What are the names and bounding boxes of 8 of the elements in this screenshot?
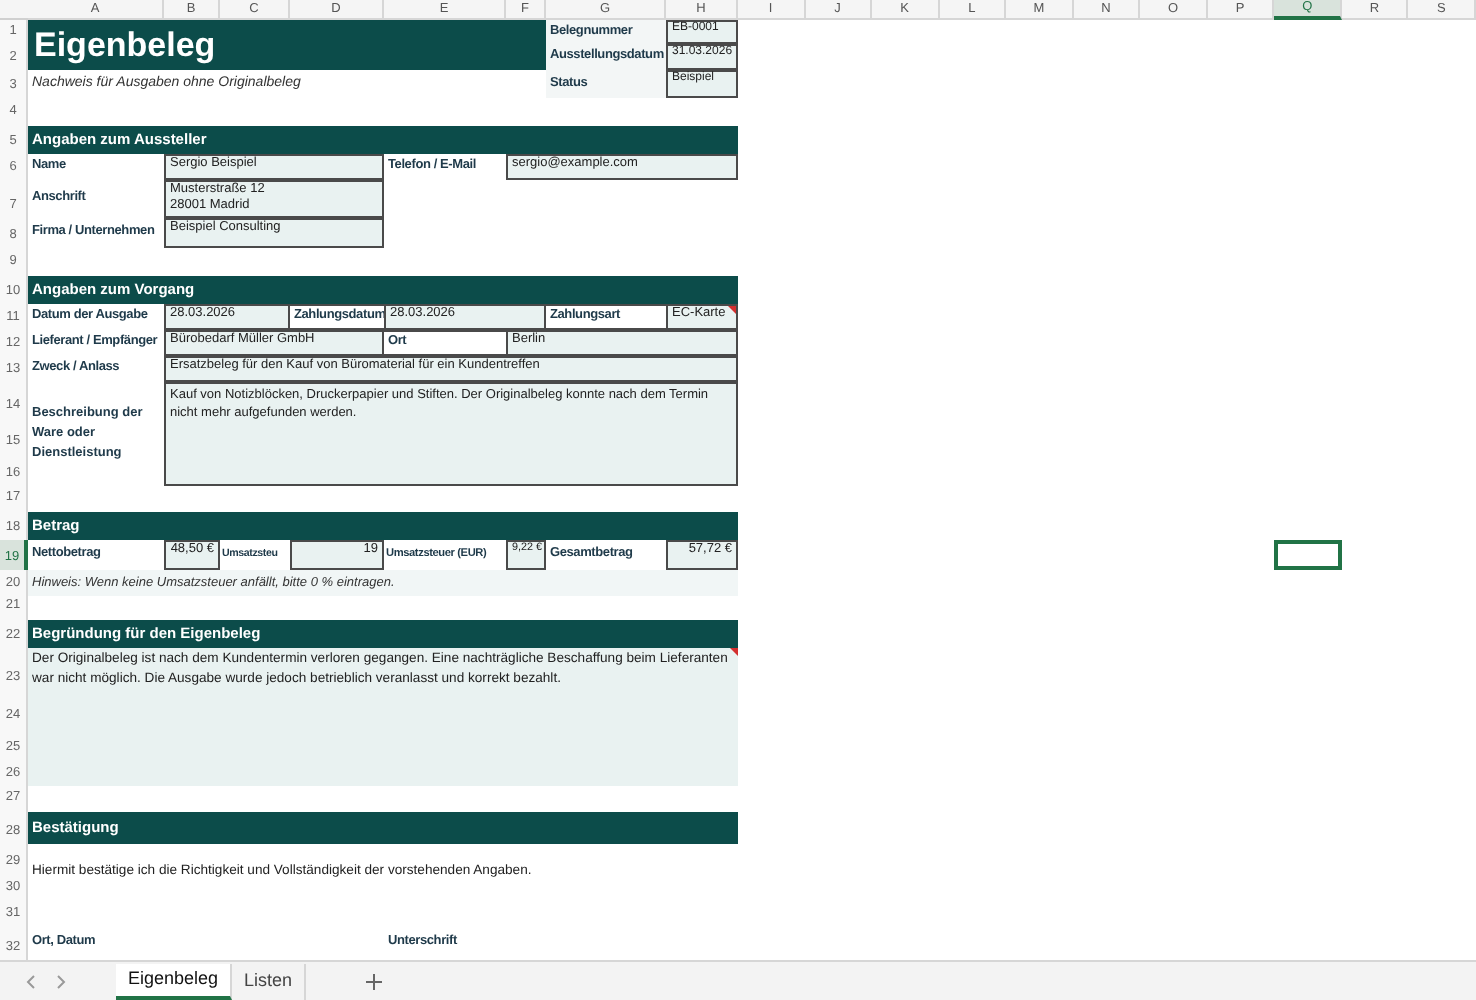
sheet-tab[interactable]: Listen <box>232 963 307 999</box>
chevron-left-icon[interactable] <box>24 973 36 989</box>
plus-icon[interactable] <box>366 973 383 989</box>
select-all-corner[interactable] <box>0 0 28 20</box>
sheet-tab[interactable]: Eigenbeleg <box>116 963 233 999</box>
sheet-title: Eigenbeleg <box>28 20 546 70</box>
selected-cell[interactable] <box>1274 540 1342 570</box>
chevron-right-icon[interactable] <box>56 973 68 989</box>
